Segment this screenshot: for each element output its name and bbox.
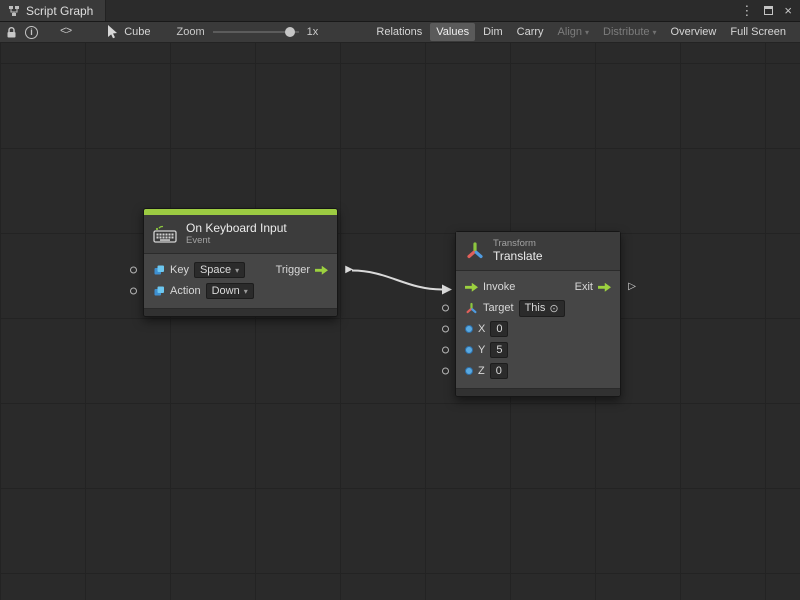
transform-icon bbox=[465, 241, 485, 261]
chevron-down-icon: ▾ bbox=[585, 28, 589, 37]
target-input-port[interactable] bbox=[442, 305, 449, 312]
value-port-icon bbox=[465, 325, 473, 333]
code-icon[interactable]: <> bbox=[60, 26, 71, 38]
exit-output-port[interactable]: ▷ bbox=[628, 282, 636, 292]
target-object-field[interactable]: This ⊙ bbox=[519, 300, 565, 317]
values-button[interactable]: Values bbox=[430, 23, 475, 41]
chevron-down-icon: ▾ bbox=[235, 266, 239, 275]
zoom-label: Zoom bbox=[177, 26, 205, 38]
kebab-menu-icon[interactable]: ⋮ bbox=[740, 4, 753, 17]
key-dropdown[interactable]: Space ▾ bbox=[194, 262, 245, 278]
maximize-icon[interactable] bbox=[764, 6, 773, 15]
z-value-field[interactable]: 0 bbox=[490, 363, 508, 379]
padlock-glyph bbox=[6, 26, 17, 39]
node-footer bbox=[456, 388, 620, 396]
x-value-field[interactable]: 0 bbox=[490, 321, 508, 337]
x-label: X bbox=[478, 323, 485, 335]
keyboard-node-header: On Keyboard Input Event bbox=[144, 215, 337, 254]
keyboard-node-body: Key Space ▾ Trigger ▶ Action Down bbox=[144, 254, 337, 308]
graph-canvas[interactable]: On Keyboard Input Event Key Space ▾ Trig… bbox=[0, 43, 800, 600]
node-on-keyboard-input[interactable]: On Keyboard Input Event Key Space ▾ Trig… bbox=[143, 208, 338, 317]
param-row-y: Y 5 bbox=[456, 340, 620, 361]
node-title: Translate bbox=[493, 249, 543, 263]
zoom-slider[interactable] bbox=[213, 25, 299, 39]
keyboard-icon bbox=[153, 225, 178, 243]
key-value: Space bbox=[200, 264, 231, 276]
action-row: Action Down ▾ bbox=[144, 281, 337, 302]
zoom-value: 1x bbox=[307, 26, 319, 38]
align-label: Align bbox=[558, 26, 582, 38]
y-label: Y bbox=[478, 344, 485, 356]
graph-icon bbox=[8, 5, 20, 17]
value-port-icon bbox=[465, 367, 473, 375]
full-screen-button[interactable]: Full Screen bbox=[724, 23, 792, 41]
object-picker-icon[interactable]: ⊙ bbox=[549, 302, 558, 315]
translate-node-body: Invoke Exit ▷ Target This ⊙ bbox=[456, 271, 620, 388]
node-footer bbox=[144, 308, 337, 316]
key-label: Key bbox=[170, 264, 189, 276]
graph-toolbar: i <> Cube Zoom 1x Relations Values Dim C… bbox=[0, 22, 800, 43]
distribute-button: Distribute ▾ bbox=[597, 23, 662, 41]
action-dropdown[interactable]: Down ▾ bbox=[206, 283, 254, 299]
trigger-flow-port[interactable] bbox=[315, 266, 328, 275]
chevron-down-icon: ▾ bbox=[244, 287, 248, 296]
action-label: Action bbox=[170, 285, 201, 297]
lock-icon[interactable] bbox=[6, 26, 17, 39]
node-transform-translate[interactable]: Transform Translate Invoke Exit ▷ T bbox=[455, 231, 621, 397]
close-icon[interactable]: × bbox=[784, 4, 792, 17]
target-row: Target This ⊙ bbox=[456, 298, 620, 319]
translate-node-header: Transform Translate bbox=[456, 232, 620, 271]
y-value-field[interactable]: 5 bbox=[490, 342, 508, 358]
chevron-down-icon: ▾ bbox=[653, 28, 657, 37]
target-label: Target bbox=[483, 302, 514, 314]
action-value: Down bbox=[212, 285, 240, 297]
value-port-icon bbox=[465, 346, 473, 354]
trigger-label: Trigger bbox=[276, 264, 310, 276]
overview-button[interactable]: Overview bbox=[665, 23, 723, 41]
action-input-port[interactable] bbox=[130, 288, 137, 295]
key-input-port[interactable] bbox=[130, 267, 137, 274]
invoke-label: Invoke bbox=[483, 281, 515, 293]
enum-icon bbox=[153, 285, 165, 297]
carry-button[interactable]: Carry bbox=[511, 23, 550, 41]
z-label: Z bbox=[478, 365, 485, 377]
toolbar-buttons: Relations Values Dim Carry Align▾ Distri… bbox=[370, 23, 794, 41]
info-icon[interactable]: i bbox=[25, 26, 38, 39]
key-row: Key Space ▾ Trigger ▶ bbox=[144, 260, 337, 281]
param-row-x: X 0 bbox=[456, 319, 620, 340]
relations-button[interactable]: Relations bbox=[370, 23, 428, 41]
tab-title: Script Graph bbox=[26, 4, 93, 18]
z-input-port[interactable] bbox=[442, 368, 449, 375]
node-subtitle: Event bbox=[186, 235, 287, 246]
param-row-z: Z 0 bbox=[456, 361, 620, 382]
distribute-label: Distribute bbox=[603, 26, 649, 38]
zoom-slider-knob[interactable] bbox=[285, 27, 295, 37]
connection-arrowhead-icon bbox=[442, 285, 452, 295]
exit-label: Exit bbox=[575, 281, 593, 293]
enum-icon bbox=[153, 264, 165, 276]
node-title: On Keyboard Input bbox=[186, 221, 287, 235]
exit-flow-port[interactable] bbox=[598, 283, 611, 292]
node-category: Transform bbox=[493, 238, 543, 249]
title-bar: Script Graph ⋮ × bbox=[0, 0, 800, 22]
target-value: This bbox=[525, 302, 546, 314]
info-glyph: i bbox=[30, 27, 33, 37]
trigger-output-port[interactable]: ▶ bbox=[345, 265, 353, 275]
invoke-row: Invoke Exit ▷ bbox=[456, 277, 620, 298]
y-input-port[interactable] bbox=[442, 347, 449, 354]
x-input-port[interactable] bbox=[442, 326, 449, 333]
connection-layer bbox=[0, 43, 800, 600]
align-button: Align▾ bbox=[552, 23, 595, 41]
selection-context[interactable]: Cube bbox=[107, 25, 150, 39]
window-controls: ⋮ × bbox=[740, 0, 800, 21]
dim-button[interactable]: Dim bbox=[477, 23, 509, 41]
invoke-flow-port[interactable] bbox=[465, 283, 478, 292]
transform-icon bbox=[465, 302, 478, 315]
context-label: Cube bbox=[124, 26, 150, 38]
tab-script-graph[interactable]: Script Graph bbox=[0, 0, 106, 21]
cursor-icon bbox=[107, 25, 118, 39]
connection-wire[interactable] bbox=[352, 271, 442, 290]
